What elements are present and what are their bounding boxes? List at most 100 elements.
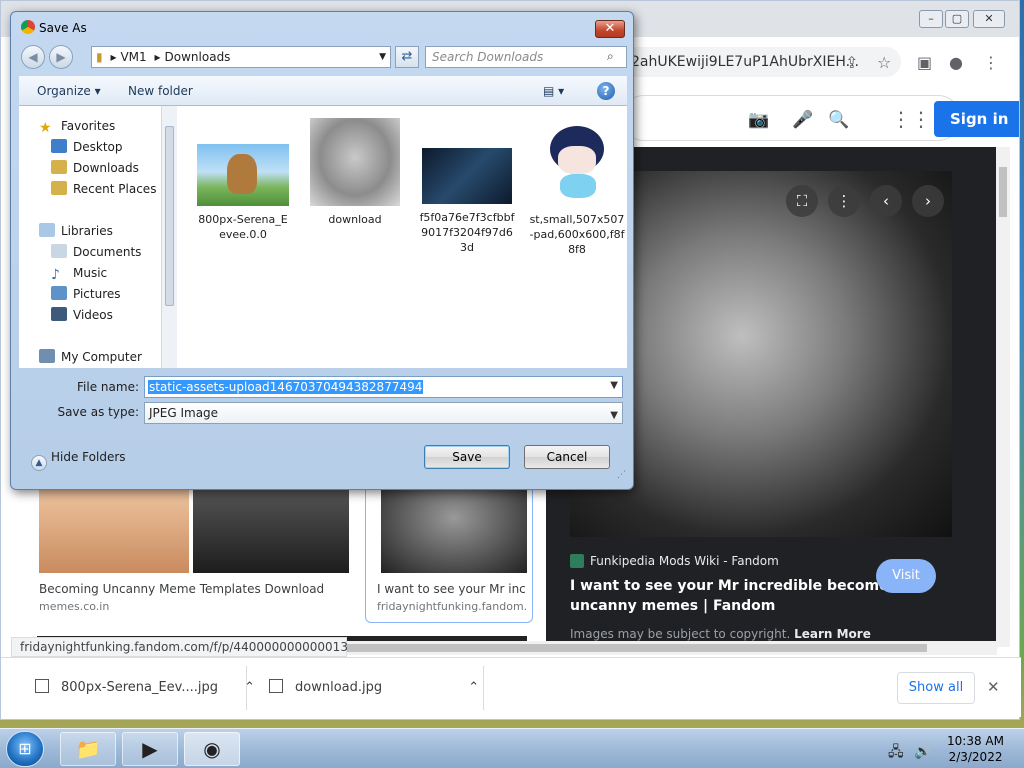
nav-documents[interactable]: Documents <box>51 242 141 262</box>
sign-in-button[interactable]: Sign in <box>934 101 1019 137</box>
address-dropdown-icon[interactable]: ▼ <box>379 47 386 67</box>
show-all-button[interactable]: Show all <box>897 672 975 704</box>
preview-title-line1[interactable]: I want to see your Mr incredible becomes <box>570 578 897 594</box>
result-image-uncanny[interactable] <box>193 481 349 573</box>
download-filename: 800px-Serena_Eev....jpg <box>61 680 219 695</box>
file-name-value[interactable]: static-assets-upload14670370494382877494 <box>148 380 424 394</box>
help-icon[interactable]: ? <box>597 82 615 100</box>
camera-icon[interactable]: 📷 <box>748 110 769 130</box>
breadcrumb-vm1[interactable]: VM1 <box>120 50 146 64</box>
resize-grip-icon[interactable]: ⋰ <box>617 470 626 480</box>
breadcrumb[interactable]: ▮ ▸ VM1 ▸ Downloads ▼ <box>91 46 391 68</box>
nav-music[interactable]: ♪ Music <box>51 263 107 283</box>
page-scrollbar[interactable] <box>996 147 1010 647</box>
file-item[interactable]: 800px-Serena_Eevee.0.0 <box>195 114 291 242</box>
videos-icon <box>51 307 67 321</box>
side-panel-icon[interactable]: ▣ <box>917 53 932 72</box>
close-window-button[interactable]: ✕ <box>973 10 1005 28</box>
file-thumbnail <box>532 116 622 206</box>
clock[interactable]: 10:38 AM 2/3/2022 <box>947 733 1004 765</box>
previous-arrow-icon[interactable]: ‹ <box>870 185 902 217</box>
nav-desktop[interactable]: Desktop <box>51 137 123 157</box>
result-caption[interactable]: I want to see your Mr inc... <box>377 582 527 596</box>
chevron-up-icon[interactable]: ⌃ <box>468 680 479 695</box>
result-caption[interactable]: Becoming Uncanny Meme Templates Download <box>39 582 339 596</box>
start-button[interactable]: ⊞ <box>6 731 44 767</box>
nav-label: Desktop <box>73 140 123 154</box>
nav-videos[interactable]: Videos <box>51 305 113 325</box>
lens-icon[interactable]: ⛶ <box>786 185 818 217</box>
save-type-dropdown-icon[interactable]: ▼ <box>610 406 618 426</box>
profile-icon[interactable]: ● <box>949 53 963 72</box>
file-item[interactable]: st,small,507x507-pad,600x600,f8f8f8 <box>529 114 625 257</box>
preview-title-line2[interactable]: uncanny memes | Fandom <box>570 598 775 614</box>
hide-folders-label: Hide Folders <box>51 450 126 464</box>
save-type-select[interactable]: JPEG Image ▼ <box>144 402 623 424</box>
breadcrumb-separator-icon[interactable]: ▸ <box>155 50 161 64</box>
divider <box>246 666 247 710</box>
download-item[interactable]: download.jpg ⌃ <box>269 672 479 704</box>
nav-my-computer[interactable]: My Computer <box>39 347 142 367</box>
status-bar: fridaynightfunking.fandom.com/f/p/440000… <box>11 637 379 657</box>
nav-label: Libraries <box>61 224 113 238</box>
nav-downloads[interactable]: Downloads <box>51 158 139 178</box>
back-arrow-icon[interactable]: ◀ <box>21 45 45 69</box>
breadcrumb-separator-icon[interactable]: ▸ <box>110 50 116 64</box>
dialog-close-button[interactable]: ✕ <box>595 20 625 38</box>
maximize-button[interactable]: ▢ <box>945 10 969 28</box>
result-image-mr-incredible[interactable] <box>39 481 189 573</box>
view-options-icon[interactable]: ▤ ▾ <box>543 84 564 98</box>
organize-button[interactable]: Organize ▾ <box>37 84 101 98</box>
learn-more-link[interactable]: Learn More <box>794 627 871 641</box>
result-image-selected[interactable] <box>381 481 527 573</box>
next-arrow-icon[interactable]: › <box>912 185 944 217</box>
download-item[interactable]: 800px-Serena_Eev....jpg ⌃ <box>35 672 255 704</box>
network-icon[interactable]: 🖧 <box>888 744 904 760</box>
explorer-taskbar-icon[interactable]: 📁 <box>60 732 116 766</box>
visit-button[interactable]: Visit <box>876 559 936 593</box>
forward-arrow-icon[interactable]: ▶ <box>49 45 73 69</box>
chrome-menu-icon[interactable]: ⋮ <box>983 53 999 72</box>
microphone-icon[interactable]: 🎤 <box>792 110 813 130</box>
page-scrollbar-thumb[interactable] <box>999 167 1007 217</box>
save-button[interactable]: Save <box>424 445 510 469</box>
minimize-button[interactable]: – <box>919 10 943 28</box>
breadcrumb-downloads[interactable]: Downloads <box>165 50 231 64</box>
search-icon[interactable]: 🔍 <box>828 110 849 130</box>
copyright-text: Images may be subject to copyright. <box>570 627 791 641</box>
documents-icon <box>51 244 67 258</box>
horizontal-scrollbar-thumb[interactable] <box>347 644 927 652</box>
share-icon[interactable]: ⇪ <box>845 53 858 72</box>
volume-icon[interactable]: 🔊 <box>914 744 931 760</box>
bookmark-star-icon[interactable]: ☆ <box>877 53 891 72</box>
file-item[interactable]: download <box>307 114 403 227</box>
character-body-image <box>560 174 596 198</box>
chrome-taskbar-icon[interactable]: ◉ <box>184 732 240 766</box>
cancel-button[interactable]: Cancel <box>524 445 610 469</box>
refresh-button[interactable]: ⇄ <box>395 46 419 68</box>
search-icon[interactable]: ⌕ <box>607 49 614 64</box>
nav-scrollbar[interactable] <box>161 106 177 368</box>
new-folder-button[interactable]: New folder <box>128 84 193 98</box>
more-options-icon[interactable]: ⋮ <box>828 185 860 217</box>
nav-recent-places[interactable]: Recent Places <box>51 179 156 199</box>
hide-folders-button[interactable]: ▲ Hide Folders <box>31 450 126 471</box>
file-name-dropdown-icon[interactable]: ▼ <box>610 380 618 391</box>
taskbar: ⊞ 📁 ▶ ◉ 🖧 🔊 10:38 AM 2/3/2022 <box>0 728 1024 768</box>
copyright-notice: Images may be subject to copyright. Lear… <box>570 627 871 641</box>
horizontal-scrollbar[interactable] <box>347 641 997 655</box>
preview-site[interactable]: Funkipedia Mods Wiki - Fandom <box>570 554 779 568</box>
close-shelf-icon[interactable]: ✕ <box>987 678 1000 696</box>
file-thumbnail <box>422 148 512 204</box>
save-type-value: JPEG Image <box>149 406 219 420</box>
file-item[interactable]: f5f0a76e7f3cfbbf9017f3204f97d63d <box>419 114 515 255</box>
media-player-taskbar-icon[interactable]: ▶ <box>122 732 178 766</box>
result-source: fridaynightfunking.fandom.... <box>377 600 527 613</box>
nav-favorites[interactable]: ★ Favorites <box>39 116 115 136</box>
nav-scrollbar-thumb[interactable] <box>165 126 174 306</box>
nav-libraries[interactable]: Libraries <box>39 221 113 241</box>
character-face-image <box>558 146 596 174</box>
search-input[interactable]: Search Downloads <box>425 46 627 68</box>
nav-pictures[interactable]: Pictures <box>51 284 121 304</box>
file-name-input[interactable]: static-assets-upload14670370494382877494… <box>144 376 623 398</box>
